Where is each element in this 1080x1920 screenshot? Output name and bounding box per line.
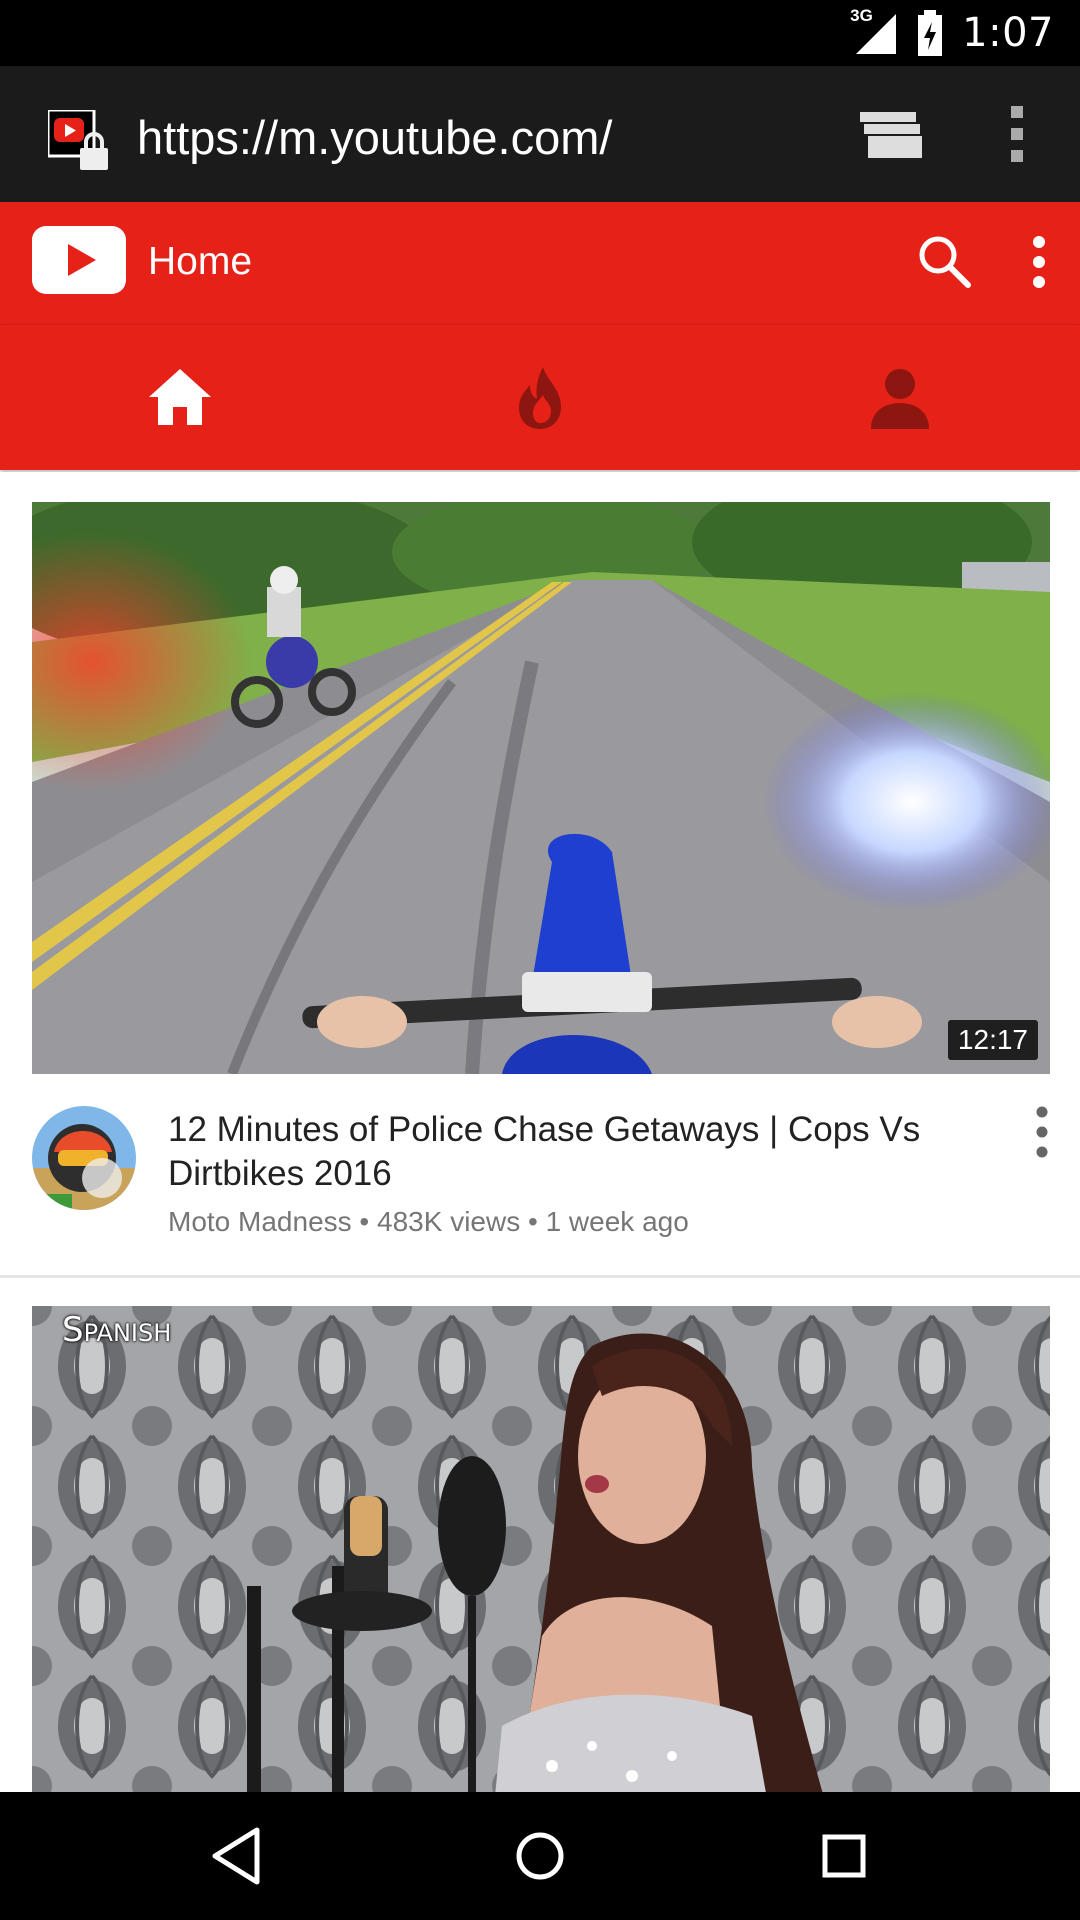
upload-age: 1 week ago (545, 1206, 689, 1237)
status-bar: 3G 1:07 (0, 0, 1080, 66)
status-icons: 3G 1:07 (850, 0, 1054, 66)
tabs-switcher-icon[interactable] (858, 110, 924, 160)
app-header: Home (0, 202, 1080, 324)
system-navigation-bar (0, 1792, 1080, 1920)
home-circle-icon[interactable] (506, 1822, 574, 1890)
tab-home[interactable] (0, 325, 360, 471)
video-thumbnail[interactable]: Spanish (32, 1306, 1050, 1792)
video-more-icon[interactable] (1022, 1104, 1062, 1160)
meta-separator: • (351, 1206, 378, 1237)
video-duration: 12:17 (947, 1020, 1038, 1060)
battery-charging-icon (918, 10, 943, 56)
video-card: Spanish (0, 1278, 1080, 1792)
channel-name[interactable]: Moto Madness (168, 1206, 352, 1237)
view-count: 483K views (377, 1206, 521, 1237)
browser-toolbar: https://m.youtube.com/ (0, 66, 1080, 202)
recents-icon[interactable] (810, 1822, 878, 1890)
site-secure-icon[interactable] (46, 108, 110, 172)
video-thumbnail[interactable]: 12:17 (32, 502, 1050, 1074)
search-icon[interactable] (915, 232, 973, 290)
url-field[interactable]: https://m.youtube.com/ (137, 110, 612, 165)
youtube-logo-icon[interactable] (32, 226, 126, 294)
video-title[interactable]: 12 Minutes of Police Chase Getaways | Co… (168, 1108, 988, 1196)
browser-menu-icon[interactable] (1000, 104, 1034, 164)
thumbnail-overlay-text: Spanish (62, 1310, 172, 1350)
video-feed: 12:17 12 Minutes of Police Chase Getaway… (0, 472, 1080, 1792)
meta-separator: • (520, 1206, 546, 1237)
overflow-menu-icon[interactable] (1022, 234, 1056, 290)
flame-icon (519, 367, 561, 429)
video-metadata: Moto Madness • 483K views • 1 week ago (168, 1206, 689, 1238)
tab-account[interactable] (720, 325, 1080, 471)
dirtbike-road-thumbnail (32, 502, 1050, 1074)
video-card: 12:17 12 Minutes of Police Chase Getaway… (0, 472, 1080, 1278)
signal-icon: 3G (850, 6, 898, 56)
home-icon (149, 369, 211, 425)
singer-thumbnail (32, 1306, 1050, 1792)
back-icon[interactable] (203, 1822, 271, 1890)
channel-avatar[interactable] (32, 1106, 136, 1210)
person-icon (871, 369, 929, 429)
clock: 1:07 (962, 10, 1054, 56)
pivot-bar (0, 324, 1080, 470)
network-type: 3G (850, 6, 873, 25)
page-title: Home (148, 240, 253, 283)
tab-trending[interactable] (360, 325, 720, 471)
